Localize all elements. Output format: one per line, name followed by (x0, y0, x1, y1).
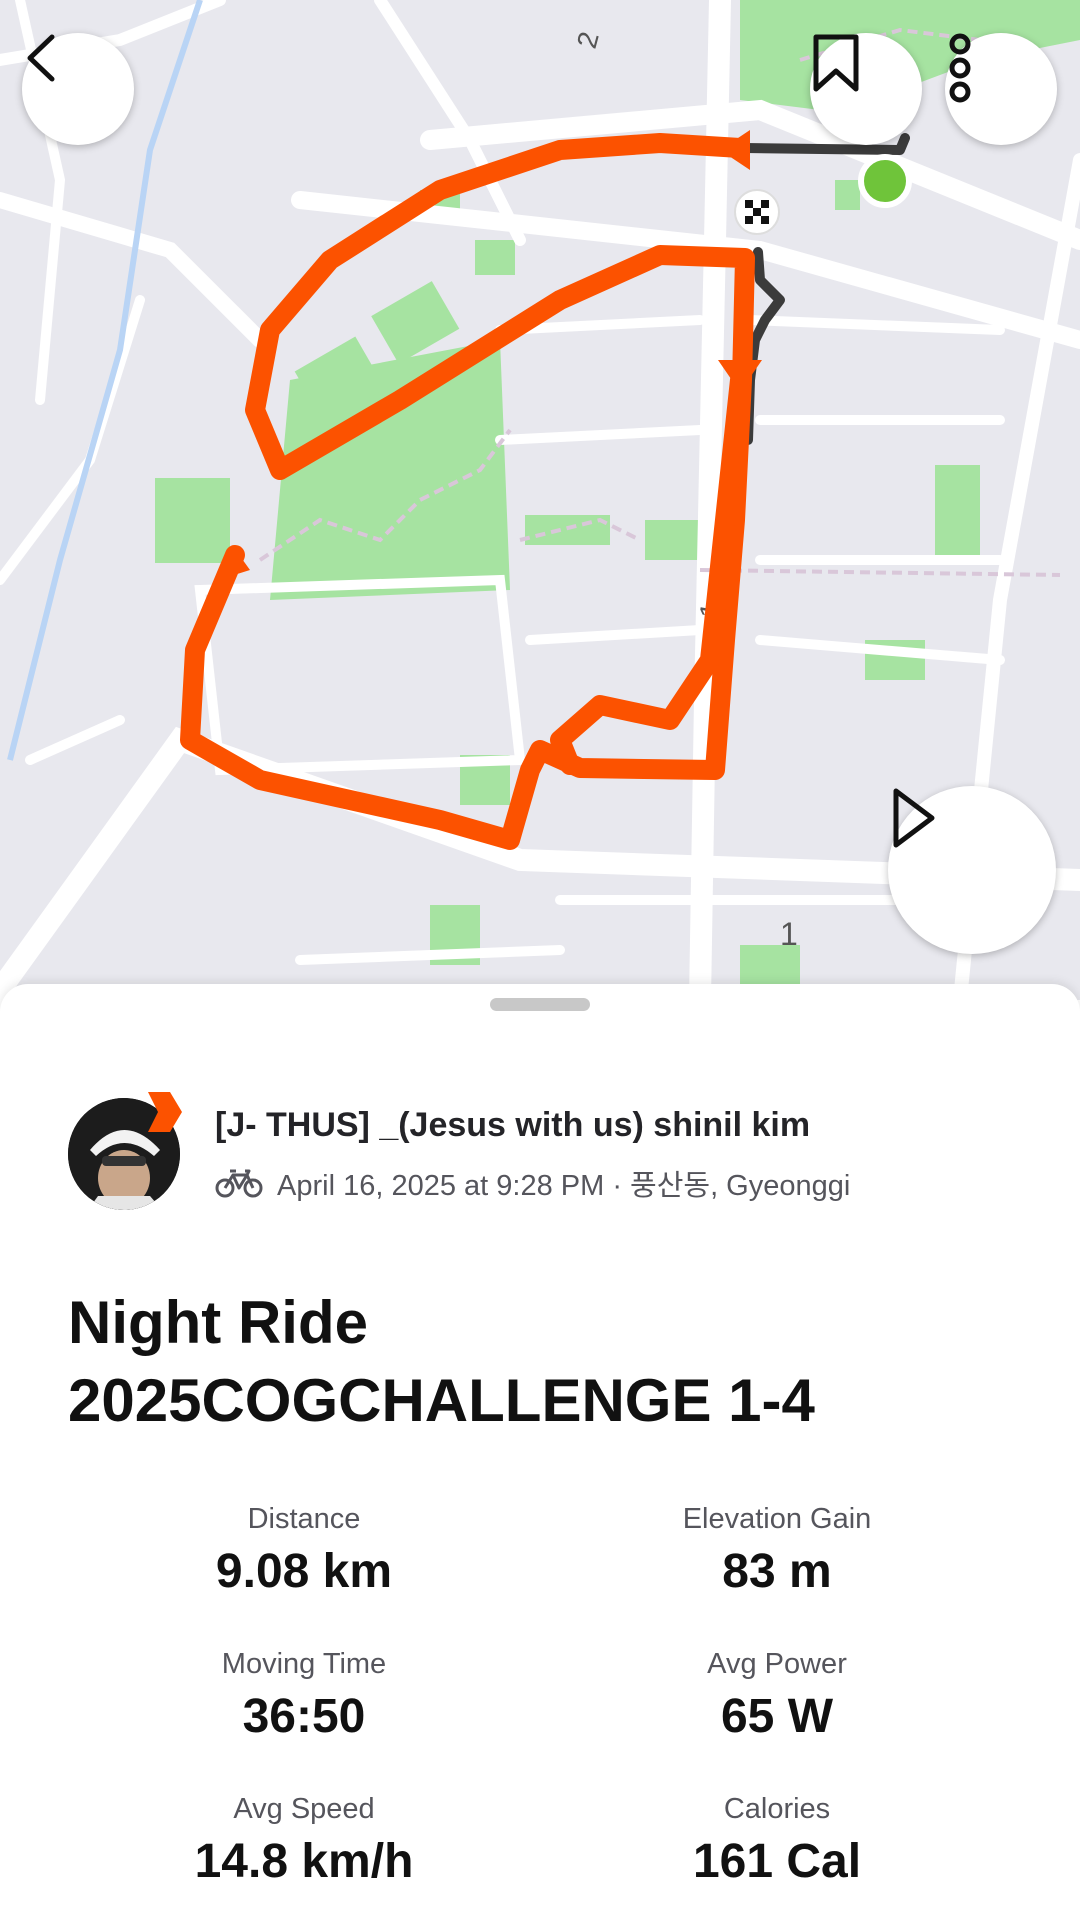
more-vertical-icon (949, 33, 971, 103)
stat-distance: Distance 9.08 km (94, 1503, 514, 1599)
activity-title-line2: 2025COGCHALLENGE 1-4 (68, 1367, 815, 1434)
stat-value: 83 m (722, 1545, 832, 1598)
stat-label: Elevation Gain (682, 1503, 872, 1535)
road-label: 1 (780, 916, 798, 952)
stat-label: Avg Power (707, 1648, 847, 1680)
play-flyover-button[interactable] (888, 786, 1056, 954)
stat-calories: Calories 161 Cal (567, 1793, 987, 1889)
stat-label: Distance (247, 1503, 361, 1535)
date-location: April 16, 2025 at 9:28 PM · 풍산동, Gyeongg… (277, 1170, 851, 1202)
stat-avg-speed: Avg Speed 14.8 km/h (94, 1793, 514, 1889)
stat-value: 36:50 (242, 1690, 366, 1743)
stat-label: Moving Time (221, 1648, 387, 1680)
stat-label: Avg Speed (233, 1793, 375, 1825)
athlete-name[interactable]: [J- THUS] _(Jesus with us) shinil kim (215, 1106, 810, 1145)
finish-flag-icon (734, 189, 780, 235)
start-point-icon (858, 154, 912, 208)
drag-handle[interactable] (490, 998, 590, 1011)
bookmark-icon (813, 34, 859, 92)
activity-title-line1: Night Ride (68, 1289, 368, 1356)
stat-elevation-gain: Elevation Gain 83 m (567, 1503, 987, 1599)
stat-label: Calories (723, 1793, 831, 1825)
stat-value: 14.8 km/h (194, 1835, 414, 1888)
road-label: 2 (571, 28, 605, 51)
play-icon (893, 788, 935, 848)
bike-icon (215, 1169, 263, 1198)
chevron-left-icon (27, 34, 55, 82)
route-map[interactable]: 2 1 1 (0, 0, 1080, 1000)
activity-meta: April 16, 2025 at 9:28 PM · 풍산동, Gyeongg… (215, 1162, 850, 1204)
bookmark-button[interactable] (810, 33, 922, 145)
stat-value: 161 Cal (692, 1835, 862, 1888)
more-options-button[interactable] (945, 33, 1057, 145)
activity-title: Night Ride 2025COGCHALLENGE 1-4 (68, 1284, 815, 1440)
stat-moving-time: Moving Time 36:50 (94, 1648, 514, 1744)
stat-avg-power: Avg Power 65 W (567, 1648, 987, 1744)
stat-value: 65 W (720, 1690, 834, 1743)
back-button[interactable] (22, 33, 134, 145)
subscriber-badge-icon (148, 1092, 182, 1132)
stat-value: 9.08 km (215, 1545, 393, 1598)
activity-sheet: [J- THUS] _(Jesus with us) shinil kim Ap… (0, 984, 1080, 1918)
